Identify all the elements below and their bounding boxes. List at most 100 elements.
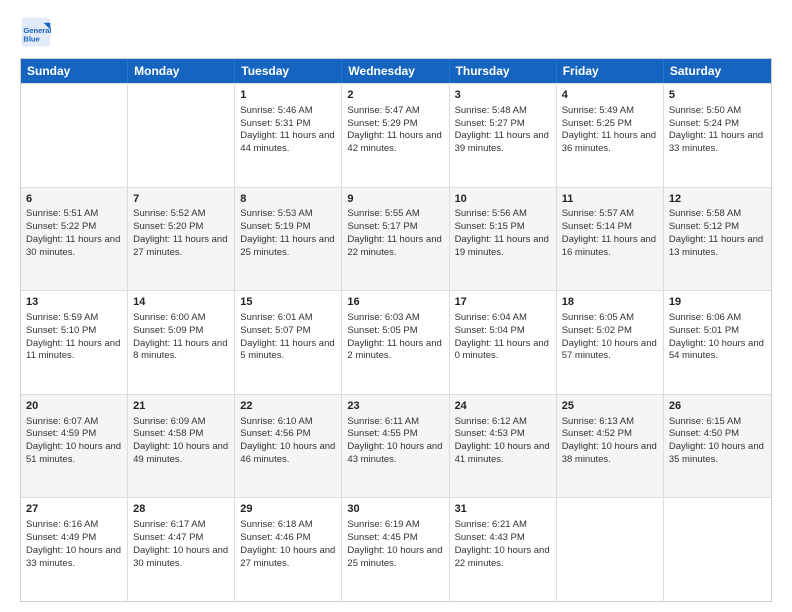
day-number: 3 [455, 88, 551, 103]
header: General Blue [20, 16, 772, 48]
calendar-cell: 28 Sunrise: 6:17 AMSunset: 4:47 PMDayligh… [128, 498, 235, 601]
daylight-text: Daylight: 10 hours and 33 minutes. [26, 545, 122, 571]
sunset-text: Sunset: 4:56 PM [240, 428, 336, 441]
daylight-text: Daylight: 11 hours and 39 minutes. [455, 130, 551, 156]
sunset-text: Sunset: 5:01 PM [669, 325, 766, 338]
calendar-week-row: 1 Sunrise: 5:46 AMSunset: 5:31 PM Daylight… [21, 83, 771, 187]
sunrise-text: Sunrise: 6:13 AM [562, 416, 658, 429]
day-number: 18 [562, 295, 658, 310]
sunrise-text: Sunrise: 5:58 AM [669, 208, 766, 221]
sunset-text: Sunset: 4:55 PM [347, 428, 443, 441]
calendar-cell: 25Sunrise: 6:13 AMSunset: 4:52 PMDayligh… [557, 395, 664, 498]
day-number: 13 [26, 295, 122, 310]
sunrise-text: Sunrise: 5:46 AM [240, 105, 336, 118]
logo-icon: General Blue [20, 16, 52, 48]
day-number: 12 [669, 192, 766, 207]
day-number: 16 [347, 295, 443, 310]
sunset-text: Sunset: 5:20 PM [133, 221, 229, 234]
daylight-text: Daylight: 11 hours and 30 minutes. [26, 234, 122, 260]
sunset-text: Sunset: 5:31 PM [240, 118, 336, 131]
day-number: 5 [669, 88, 766, 103]
daylight-text: Daylight: 11 hours and 11 minutes. [26, 338, 122, 364]
calendar-cell [664, 498, 771, 601]
calendar-cell: 27Sunrise: 6:16 AMSunset: 4:49 PMDayligh… [21, 498, 128, 601]
calendar-cell: 30Sunrise: 6:19 AMSunset: 4:45 PMDayligh… [342, 498, 449, 601]
calendar-cell: 24Sunrise: 6:12 AMSunset: 4:53 PMDayligh… [450, 395, 557, 498]
daylight-text: Daylight: 10 hours and 43 minutes. [347, 441, 443, 467]
calendar-cell: 5Sunrise: 5:50 AMSunset: 5:24 PMDaylight… [664, 84, 771, 187]
sunrise-text: Sunrise: 6:01 AM [240, 312, 336, 325]
day-of-week-header: Wednesday [342, 59, 449, 83]
sunrise-text: Sunrise: 5:51 AM [26, 208, 122, 221]
day-number: 7 [133, 192, 229, 207]
day-number: 15 [240, 295, 336, 310]
sunrise-text: Sunrise: 6:16 AM [26, 519, 122, 532]
calendar-cell: 3 Sunrise: 5:48 AMSunset: 5:27 PMDaylight… [450, 84, 557, 187]
daylight-text: Daylight: 10 hours and 46 minutes. [240, 441, 336, 467]
day-of-week-header: Tuesday [235, 59, 342, 83]
sunset-text: Sunset: 4:45 PM [347, 532, 443, 545]
day-number: 4 [562, 88, 658, 103]
sunset-text: Sunset: 4:46 PM [240, 532, 336, 545]
calendar-cell: 9Sunrise: 5:55 AMSunset: 5:17 PMDaylight… [342, 188, 449, 291]
daylight-text: Daylight: 10 hours and 30 minutes. [133, 545, 229, 571]
daylight-text: Daylight: 11 hours and 0 minutes. [455, 338, 551, 364]
sunset-text: Sunset: 4:59 PM [26, 428, 122, 441]
sunset-text: Sunset: 4:58 PM [133, 428, 229, 441]
calendar-cell: 10Sunrise: 5:56 AMSunset: 5:15 PMDayligh… [450, 188, 557, 291]
daylight-text: Daylight: 10 hours and 41 minutes. [455, 441, 551, 467]
sunrise-text: Sunrise: 5:48 AM [455, 105, 551, 118]
sunset-text: Sunset: 5:27 PM [455, 118, 551, 131]
sunset-text: Sunset: 4:43 PM [455, 532, 551, 545]
day-number: 1 [240, 88, 336, 103]
sunset-text: Sunset: 5:29 PM [347, 118, 443, 131]
sunrise-text: Sunrise: 5:52 AM [133, 208, 229, 221]
daylight-text: Daylight: 10 hours and 22 minutes. [455, 545, 551, 571]
calendar-week-row: 20Sunrise: 6:07 AMSunset: 4:59 PMDayligh… [21, 394, 771, 498]
logo: General Blue [20, 16, 56, 48]
sunset-text: Sunset: 5:17 PM [347, 221, 443, 234]
daylight-text: Daylight: 10 hours and 38 minutes. [562, 441, 658, 467]
day-of-week-header: Monday [128, 59, 235, 83]
day-number: 24 [455, 399, 551, 414]
calendar: SundayMondayTuesdayWednesdayThursdayFrid… [20, 58, 772, 602]
daylight-text: Daylight: 11 hours and 16 minutes. [562, 234, 658, 260]
sunset-text: Sunset: 5:14 PM [562, 221, 658, 234]
sunset-text: Sunset: 4:47 PM [133, 532, 229, 545]
sunrise-text: Sunrise: 5:55 AM [347, 208, 443, 221]
sunrise-text: Sunrise: 6:18 AM [240, 519, 336, 532]
calendar-body: 1 Sunrise: 5:46 AMSunset: 5:31 PM Daylight… [21, 83, 771, 601]
daylight-text: Daylight: 10 hours and 51 minutes. [26, 441, 122, 467]
page: General Blue SundayMondayTuesdayWednesda… [0, 0, 792, 612]
sunset-text: Sunset: 5:22 PM [26, 221, 122, 234]
sunrise-text: Sunrise: 6:17 AM [133, 519, 229, 532]
calendar-cell: 29Sunrise: 6:18 AMSunset: 4:46 PMDayligh… [235, 498, 342, 601]
daylight-text: Daylight: 11 hours and 42 minutes. [347, 130, 443, 156]
sunset-text: Sunset: 5:12 PM [669, 221, 766, 234]
calendar-week-row: 27Sunrise: 6:16 AMSunset: 4:49 PMDayligh… [21, 497, 771, 601]
day-number: 27 [26, 502, 122, 517]
sunrise-text: Sunrise: 6:06 AM [669, 312, 766, 325]
day-number: 28 [133, 502, 229, 517]
calendar-cell: 17Sunrise: 6:04 AMSunset: 5:04 PMDayligh… [450, 291, 557, 394]
calendar-cell: 11Sunrise: 5:57 AMSunset: 5:14 PMDayligh… [557, 188, 664, 291]
calendar-cell: 19Sunrise: 6:06 AMSunset: 5:01 PMDayligh… [664, 291, 771, 394]
calendar-cell: 6Sunrise: 5:51 AMSunset: 5:22 PMDaylight… [21, 188, 128, 291]
day-number: 30 [347, 502, 443, 517]
day-of-week-header: Saturday [664, 59, 771, 83]
calendar-cell: 18Sunrise: 6:05 AMSunset: 5:02 PMDayligh… [557, 291, 664, 394]
calendar-cell: 23Sunrise: 6:11 AMSunset: 4:55 PMDayligh… [342, 395, 449, 498]
day-number: 17 [455, 295, 551, 310]
day-number: 14 [133, 295, 229, 310]
sunrise-text: Sunrise: 6:15 AM [669, 416, 766, 429]
calendar-cell: 15Sunrise: 6:01 AMSunset: 5:07 PMDayligh… [235, 291, 342, 394]
calendar-cell: 21Sunrise: 6:09 AMSunset: 4:58 PMDayligh… [128, 395, 235, 498]
sunset-text: Sunset: 4:50 PM [669, 428, 766, 441]
sunrise-text: Sunrise: 6:03 AM [347, 312, 443, 325]
day-of-week-header: Sunday [21, 59, 128, 83]
sunset-text: Sunset: 5:25 PM [562, 118, 658, 131]
day-number: 6 [26, 192, 122, 207]
sunrise-text: Sunrise: 6:05 AM [562, 312, 658, 325]
sunrise-text: Sunrise: 6:09 AM [133, 416, 229, 429]
daylight-text: Daylight: 11 hours and 19 minutes. [455, 234, 551, 260]
